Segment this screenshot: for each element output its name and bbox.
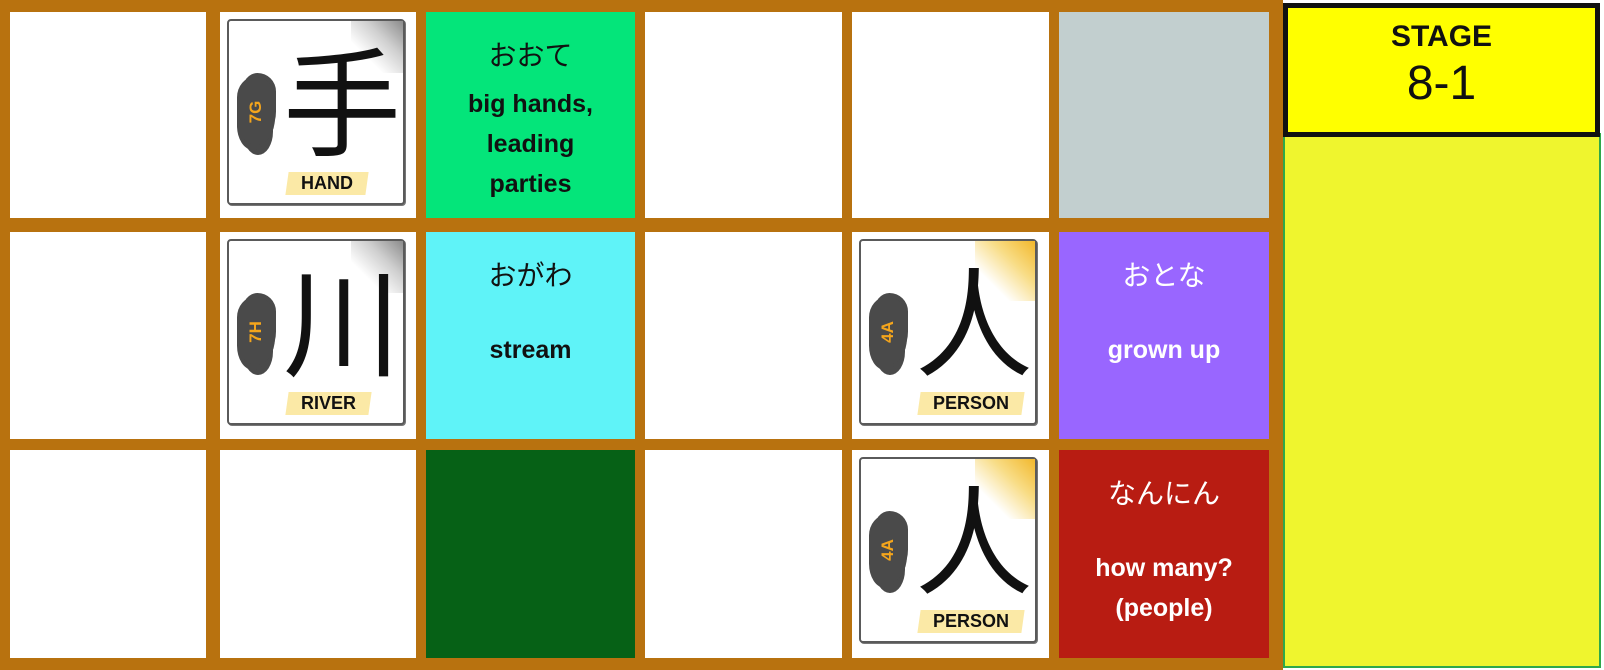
kanji-tile-person[interactable]: 4A 人 PERSON: [859, 239, 1037, 425]
empty-cell[interactable]: [220, 450, 416, 658]
word-meaning-line: stream: [489, 336, 572, 364]
empty-cell[interactable]: [10, 450, 206, 658]
kanji-glyph: 手: [282, 37, 401, 175]
stage-number: 8-1: [1406, 57, 1477, 110]
stage-field: [1283, 133, 1601, 668]
word-kana: おがわ: [488, 259, 573, 292]
word-kana: おおて: [488, 39, 573, 72]
kanji-code: 7G: [246, 100, 265, 124]
empty-cell[interactable]: [852, 12, 1049, 218]
word-meaning-line: (people): [1115, 594, 1213, 622]
word-kana: おとな: [1122, 259, 1206, 292]
kanji-tile-cell[interactable]: 4A 人 PERSON: [852, 450, 1049, 658]
kanji-code: 4A: [878, 539, 897, 561]
gray-cell[interactable]: [1059, 12, 1269, 218]
empty-cell[interactable]: [10, 12, 206, 218]
kanji-tile-cell[interactable]: 7H 川 RIVER: [220, 232, 416, 439]
word-meaning-line: leading: [486, 130, 575, 158]
empty-cell[interactable]: [645, 450, 842, 658]
kanji-tile-cell[interactable]: 4A 人 PERSON: [852, 232, 1049, 439]
kanji-tile-river[interactable]: 7H 川 RIVER: [227, 239, 405, 425]
kanji-label: PERSON: [917, 610, 1025, 633]
empty-cell[interactable]: [645, 232, 842, 439]
word-card-ooте[interactable]: おおて big hands, leading parties: [426, 12, 635, 218]
empty-cell[interactable]: [645, 12, 842, 218]
kanji-tile-cell[interactable]: 7G 手 HAND: [220, 12, 416, 218]
stage-panel: STAGE 8-1: [1283, 0, 1604, 670]
kanji-label: RIVER: [285, 392, 372, 415]
empty-cell[interactable]: [10, 232, 206, 439]
word-kana: なんにん: [1107, 477, 1220, 510]
kanji-label: PERSON: [917, 392, 1025, 415]
word-meaning-line: big hands,: [468, 90, 593, 118]
kanji-label: HAND: [285, 172, 369, 195]
kanji-tile-person[interactable]: 4A 人 PERSON: [859, 457, 1037, 643]
kanji-glyph: 川: [282, 257, 401, 395]
kanji-code: 4A: [878, 321, 897, 343]
kanji-glyph: 人: [914, 257, 1033, 395]
game-board: 7G 手 HAND おおて big hands, leading parties…: [0, 0, 1283, 670]
kanji-tile-hand[interactable]: 7G 手 HAND: [227, 19, 405, 205]
word-meaning-line: parties: [489, 170, 572, 198]
word-card-otona[interactable]: おとな grown up: [1059, 232, 1269, 439]
word-card-ogawa[interactable]: おがわ stream: [426, 232, 635, 439]
kanji-code: 7H: [246, 321, 265, 343]
word-card-nannin[interactable]: なんにん how many? (people): [1059, 450, 1269, 658]
stage-title: STAGE: [1390, 20, 1493, 53]
kanji-glyph: 人: [914, 475, 1033, 613]
stage-header: STAGE 8-1: [1283, 3, 1600, 137]
dark-green-cell[interactable]: [426, 450, 635, 658]
word-meaning-line: how many?: [1095, 554, 1233, 582]
word-meaning-line: grown up: [1107, 336, 1221, 364]
